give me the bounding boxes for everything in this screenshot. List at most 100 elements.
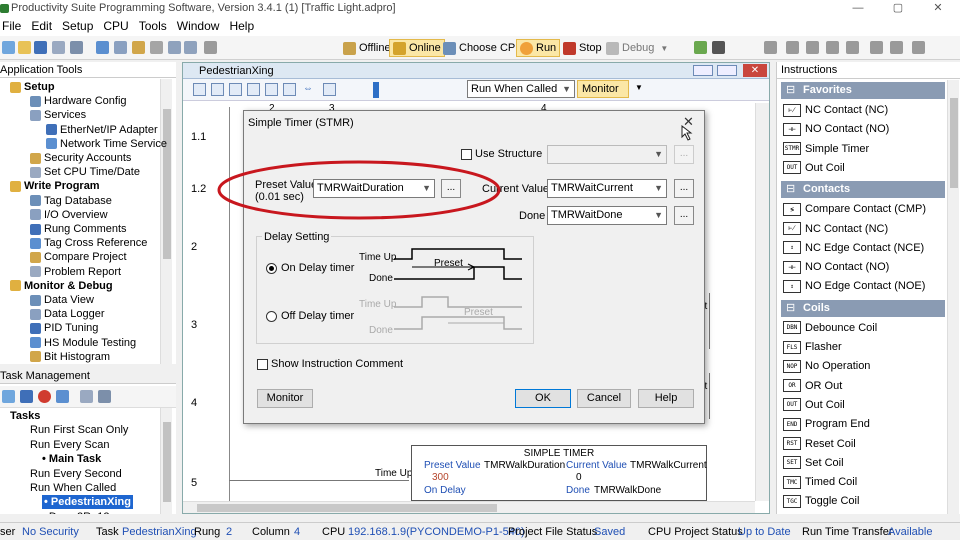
task-copy-icon[interactable]	[56, 390, 69, 403]
editor-tool-icon-4[interactable]	[247, 83, 260, 96]
app-tools-scrollbar[interactable]	[160, 79, 172, 364]
tree-item[interactable]: Tag Cross Reference	[30, 236, 147, 250]
instruction-item[interactable]: TMC Timed Coil	[783, 474, 857, 490]
instruction-item[interactable]: NOP No Operation	[783, 358, 870, 374]
task-tools-icon[interactable]	[98, 390, 111, 403]
task-tree-item[interactable]: Run Every Second	[30, 467, 122, 481]
new-icon[interactable]	[2, 41, 15, 54]
instruction-group-header[interactable]: Favorites	[781, 82, 945, 99]
close-button[interactable]: ✕	[918, 0, 958, 16]
task-tree-item[interactable]: Run Every Scan	[30, 438, 109, 452]
save-icon[interactable]	[34, 41, 47, 54]
menu-file[interactable]: File	[0, 19, 29, 33]
tool-icon-7[interactable]	[890, 41, 903, 54]
instruction-group-header[interactable]: Coils	[781, 299, 945, 317]
tree-item[interactable]: Setup	[10, 80, 55, 94]
app-tools-scroll-thumb[interactable]	[163, 109, 171, 259]
editor-horizontal-scrollbar[interactable]	[183, 501, 755, 513]
instruction-item[interactable]: ⊬ NC Contact (NC)	[783, 102, 888, 118]
undo-icon[interactable]	[168, 41, 181, 54]
instruction-item[interactable]: END Program End	[783, 416, 870, 432]
menu-cpu[interactable]: CPU	[101, 19, 136, 33]
instruction-item[interactable]: FLS Flasher	[783, 339, 842, 355]
minimize-button[interactable]: —	[838, 0, 878, 16]
editor-tool-icon-6[interactable]	[283, 83, 296, 96]
monitor-dropdown-icon[interactable]: ▼	[635, 83, 643, 92]
task-tree-item[interactable]: • PedestrianXing	[42, 495, 133, 510]
debug-button[interactable]: Debug ▼	[603, 39, 671, 57]
instruction-item[interactable]: ⊬ NC Contact (NC)	[783, 221, 888, 237]
instruction-item[interactable]: SET Set Coil	[783, 455, 844, 471]
tool-icon-1[interactable]	[764, 41, 777, 54]
run-button[interactable]: Run	[516, 39, 561, 57]
task-sort-icon[interactable]	[80, 390, 93, 403]
instruction-item[interactable]: ⊣⊢ NO Contact (NO)	[783, 259, 889, 275]
instruction-item[interactable]: OUT Out Coil	[783, 397, 845, 413]
monitor-button[interactable]: Monitor	[257, 389, 313, 408]
stop-button[interactable]: Stop	[560, 39, 605, 57]
tool-icon-4[interactable]	[826, 41, 839, 54]
structure-browse-button[interactable]: ...	[674, 145, 694, 164]
maximize-button[interactable]: ▢	[878, 0, 918, 16]
print-icon[interactable]	[52, 41, 65, 54]
off-delay-radio[interactable]	[266, 311, 277, 322]
preview-icon[interactable]	[70, 41, 83, 54]
tree-item[interactable]: Data View	[30, 293, 94, 307]
editor-maximize-button[interactable]	[717, 65, 737, 76]
tree-item[interactable]: PID Tuning	[30, 321, 98, 335]
structure-select[interactable]: ▼	[547, 145, 667, 164]
tree-item[interactable]: Monitor & Debug	[10, 279, 113, 293]
instruction-item[interactable]: ↕ NC Edge Contact (NCE)	[783, 240, 924, 256]
editor-tool-icon-3[interactable]	[229, 83, 242, 96]
tree-item[interactable]: I/O Overview	[30, 208, 108, 222]
editor-tool-icon-7[interactable]	[323, 83, 336, 96]
menu-help[interactable]: Help	[227, 19, 262, 33]
editor-vertical-scrollbar[interactable]	[755, 103, 769, 501]
tool-icon-6[interactable]	[870, 41, 883, 54]
help-button[interactable]: Help	[638, 389, 694, 408]
simple-timer-block[interactable]: SIMPLE TIMER Preset Value TMRWalkDuratio…	[411, 445, 707, 501]
monitor-icon[interactable]	[694, 41, 707, 54]
tree-item[interactable]: Hardware Config	[30, 94, 127, 108]
editor-link-icon[interactable]: ⇔	[303, 83, 316, 96]
camera-icon[interactable]	[712, 41, 725, 54]
instruction-item[interactable]: OR OR Out	[783, 378, 842, 394]
editor-minimize-button[interactable]	[693, 65, 713, 76]
tree-item[interactable]: Security Accounts	[30, 151, 131, 165]
editor-hscroll-thumb[interactable]	[197, 504, 497, 512]
tree-item[interactable]: HS Module Testing	[30, 336, 136, 350]
task-edit-icon[interactable]	[20, 390, 33, 403]
tree-item[interactable]: Bit Histogram	[30, 350, 110, 364]
find-icon[interactable]	[204, 41, 217, 54]
task-tree-item[interactable]: • Main Task	[42, 452, 101, 466]
instruction-item[interactable]: ≶ Compare Contact (CMP)	[783, 201, 926, 217]
redo-icon[interactable]	[184, 41, 197, 54]
menu-setup[interactable]: Setup	[60, 19, 101, 33]
zoom-slider-handle[interactable]	[373, 82, 379, 98]
debug-dropdown-icon[interactable]: ▼	[660, 44, 668, 53]
instruction-item[interactable]: ⊣⊢ NO Contact (NO)	[783, 121, 889, 137]
editor-tool-icon-5[interactable]	[265, 83, 278, 96]
cut-icon[interactable]	[96, 41, 109, 54]
tree-item[interactable]: Problem Report	[30, 265, 121, 279]
offline-button[interactable]: Offline	[340, 39, 394, 57]
run-mode-select[interactable]: Run When Called ▼	[467, 80, 575, 98]
task-tree-item[interactable]: Tasks	[10, 409, 40, 423]
tree-item[interactable]: Tag Database	[30, 194, 112, 208]
monitor-toggle[interactable]: Monitor	[577, 80, 629, 98]
online-button[interactable]: Online	[389, 39, 445, 57]
instruction-item[interactable]: DBN Debounce Coil	[783, 320, 877, 336]
tree-item[interactable]: Network Time Service	[46, 137, 167, 151]
cancel-button[interactable]: Cancel	[577, 389, 631, 408]
tool-icon-5[interactable]	[846, 41, 859, 54]
menu-tools[interactable]: Tools	[137, 19, 175, 33]
menu-edit[interactable]: Edit	[29, 19, 60, 33]
menu-window[interactable]: Window	[175, 19, 228, 33]
instruction-item[interactable]: TGC Toggle Coil	[783, 493, 859, 509]
delete-icon[interactable]	[150, 41, 163, 54]
task-new-icon[interactable]	[2, 390, 15, 403]
tree-item[interactable]: Compare Project	[30, 250, 127, 264]
tree-item[interactable]: Write Program	[10, 179, 100, 193]
copy-icon[interactable]	[114, 41, 127, 54]
current-browse-button[interactable]: ...	[674, 179, 694, 198]
